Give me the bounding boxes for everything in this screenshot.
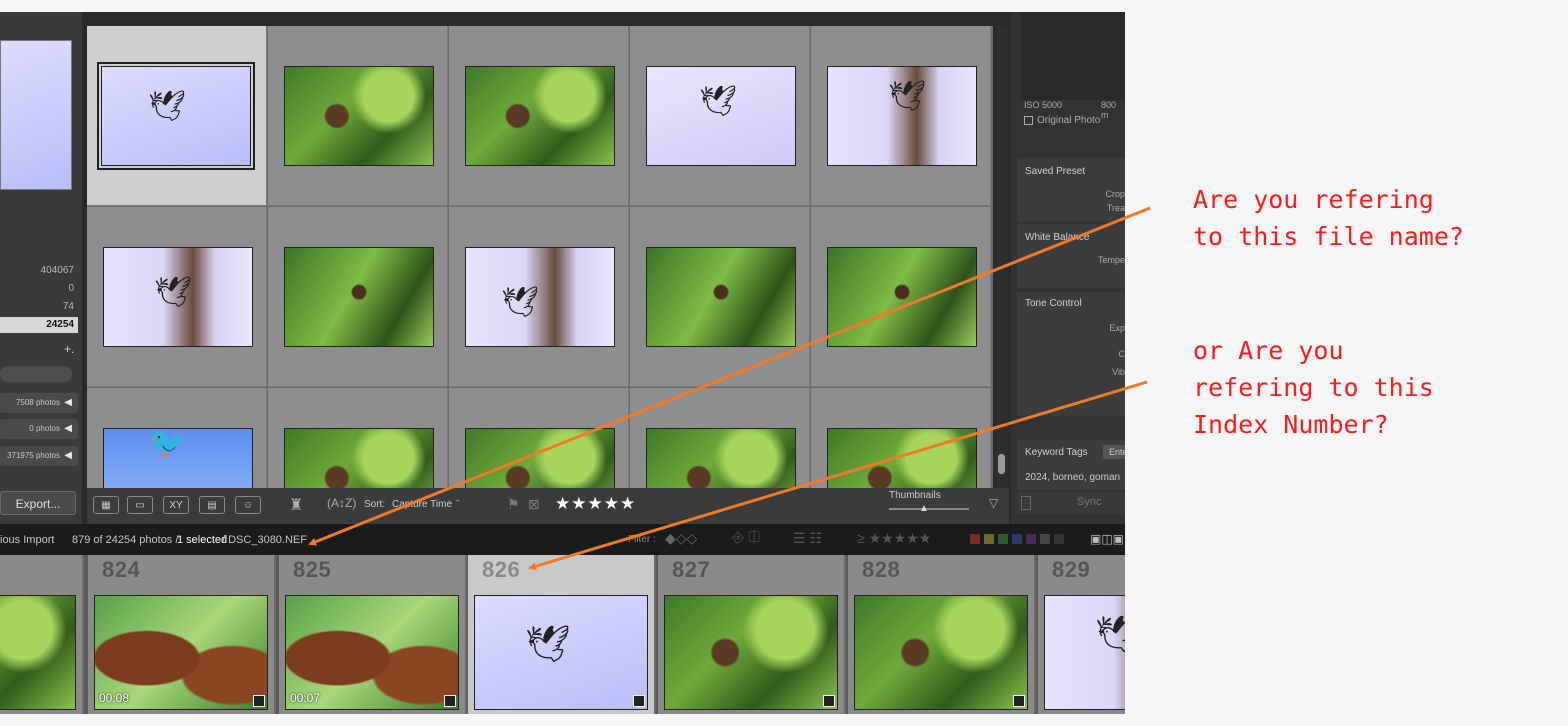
annotation-arrows: [308, 206, 1151, 571]
arrow-to-index: [528, 380, 1148, 571]
arrow-to-filename: [308, 206, 1151, 546]
